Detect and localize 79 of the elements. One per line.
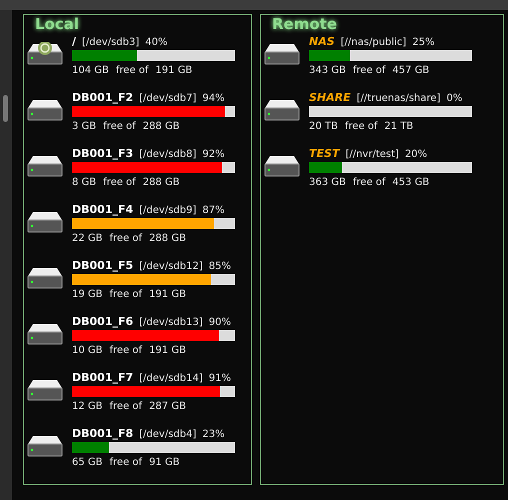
usage-percent: 0% [446,92,462,106]
free-space: 10 GB [72,344,103,358]
free-label: free of [110,456,142,470]
hard-drive-icon [264,154,300,178]
hard-drive-icon [27,98,63,122]
drive-name: DB001_F8 [72,426,134,442]
drive-name: / [72,34,76,50]
free-space: 343 GB [309,64,346,78]
drive-name: TEST [309,146,340,162]
free-space: 8 GB [72,176,96,190]
total-space: 288 GB [149,232,186,246]
usage-percent: 94% [202,92,225,106]
drive-name: DB001_F3 [72,146,134,162]
total-space: 453 GB [392,176,430,190]
usage-percent: 90% [208,316,231,330]
free-label: free of [110,400,142,414]
free-label: free of [110,344,142,358]
drive-name: DB001_F2 [72,90,134,106]
device-path: [/dev/sdb8] [139,148,196,162]
drive-name: SHARE [309,90,351,106]
free-label: free of [344,120,378,134]
device-path: [/dev/sdb14] [139,372,203,386]
device-path: [//nas/public] [340,36,406,50]
usage-percent: 23% [202,428,225,442]
free-label: free of [110,288,142,302]
free-label: free of [352,64,386,78]
drive-name: DB001_F5 [72,258,134,274]
total-space: 191 GB [149,344,186,358]
free-space: 22 GB [72,232,103,246]
device-path: [//nvr/test] [345,148,399,162]
free-space: 65 GB [72,456,103,470]
usage-percent: 87% [202,204,225,218]
free-label: free of [103,176,136,190]
free-label: free of [116,64,148,78]
usage-percent: 20% [404,148,428,162]
free-space: 104 GB [72,64,109,78]
total-space: 21 TB [384,120,414,134]
hard-drive-icon [264,98,300,122]
total-space: 191 GB [149,288,186,302]
free-space: 19 GB [72,288,103,302]
free-space: 20 TB [309,120,338,134]
device-path: [/dev/sdb3] [82,36,140,50]
total-space: 457 GB [392,64,430,78]
hard-drive-icon [27,154,63,178]
total-space: 288 GB [142,120,180,134]
free-label: free of [103,120,136,134]
free-label: free of [110,232,142,246]
hard-drive-icon [27,434,63,458]
hard-drive-icon [27,266,63,290]
device-path: [/dev/sdb4] [139,428,196,442]
drive-name: DB001_F7 [72,370,134,386]
device-path: [//truenas/share] [356,92,440,106]
panel-title: Local [35,15,80,34]
free-space: 12 GB [72,400,103,414]
usage-percent: 40% [145,36,168,50]
free-space: 3 GB [72,120,96,134]
device-path: [/dev/sdb7] [139,92,196,106]
usage-percent: 92% [202,148,225,162]
device-path: [/dev/sdb9] [139,204,196,218]
total-space: 91 GB [149,456,180,470]
total-space: 287 GB [149,400,186,414]
free-space: 363 GB [309,176,346,190]
hard-drive-icon [264,42,300,66]
scrollbar[interactable] [0,10,12,500]
usage-percent: 85% [208,260,231,274]
drive-name: DB001_F6 [72,314,134,330]
hard-drive-icon [27,378,63,402]
total-space: 191 GB [155,64,192,78]
usage-percent: 25% [412,36,435,50]
device-path: [/dev/sdb12] [139,260,203,274]
drive-name: DB001_F4 [72,202,134,218]
drive-name: NAS [309,34,335,50]
panel-title: Remote [272,15,338,34]
hard-drive-icon [27,322,63,346]
hard-drive-icon [27,210,63,234]
device-path: [/dev/sdb13] [139,316,203,330]
total-space: 288 GB [142,176,180,190]
free-label: free of [352,176,386,190]
usage-percent: 91% [208,372,231,386]
